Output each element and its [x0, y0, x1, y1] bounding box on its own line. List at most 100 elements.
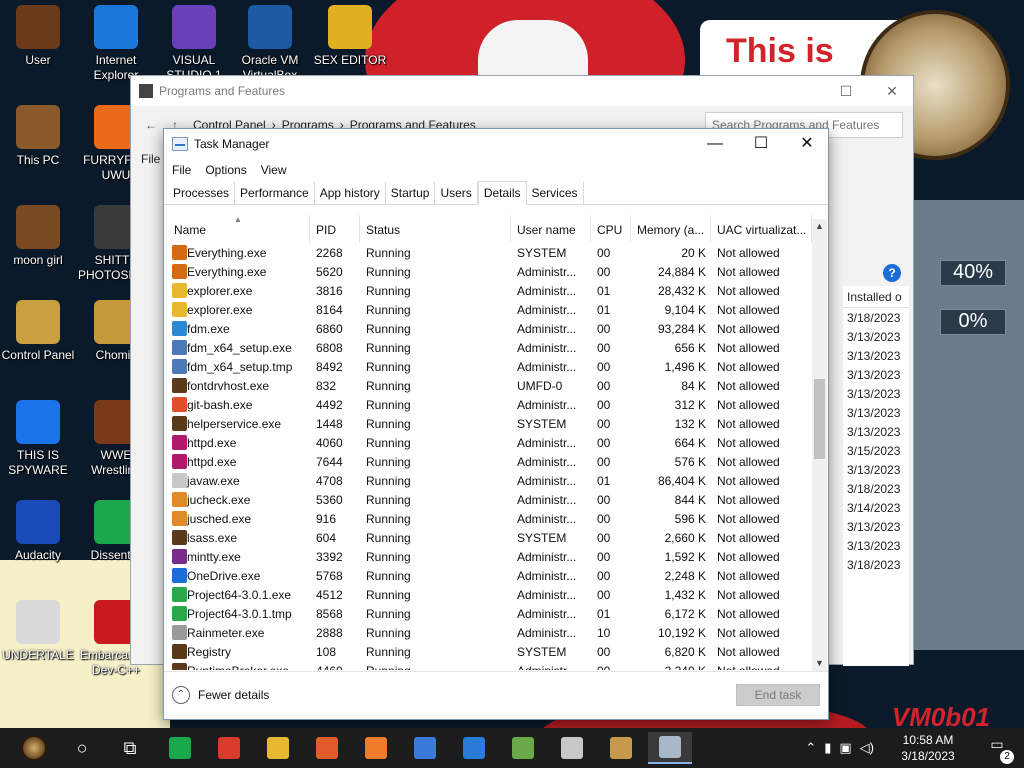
- table-row[interactable]: jucheck.exe 5360 Running Administr... 00 844 …: [164, 490, 812, 509]
- desktop-icon[interactable]: UNDERTALE: [0, 600, 76, 663]
- scrollbar-thumb[interactable]: [814, 379, 825, 459]
- cell-pid: 1448: [316, 417, 343, 431]
- fewer-details-button[interactable]: ⌃ Fewer details: [172, 686, 269, 704]
- app-icon: [172, 416, 187, 431]
- cell-pid: 6860: [316, 322, 343, 336]
- table-row[interactable]: RuntimeBroker.exe 4460 Running Administr...…: [164, 661, 812, 670]
- tm-title: Task Manager: [194, 137, 270, 151]
- table-row[interactable]: helperservice.exe 1448 Running SYSTEM 00 132 …: [164, 414, 812, 433]
- desktop-icon[interactable]: VISUAL STUDIO 1: [156, 5, 232, 83]
- taskbar-app-button[interactable]: [452, 732, 496, 764]
- column-header-pid[interactable]: PID: [310, 215, 360, 243]
- table-row[interactable]: Everything.exe 2268 Running SYSTEM 00 20 K Not…: [164, 243, 812, 262]
- cell-cpu: 00: [597, 588, 611, 602]
- desktop-icon[interactable]: Audacity: [0, 500, 76, 563]
- taskbar-app-button[interactable]: [305, 732, 349, 764]
- desktop-icon[interactable]: Control Panel: [0, 300, 76, 363]
- table-row[interactable]: fdm.exe 6860 Running Administr... 00 93,284 K…: [164, 319, 812, 338]
- pf-maximize-button[interactable]: ☐: [823, 76, 869, 106]
- table-row[interactable]: jusched.exe 916 Running Administr... 00 596 K…: [164, 509, 812, 528]
- table-row[interactable]: Rainmeter.exe 2888 Running Administr... 10 10…: [164, 623, 812, 642]
- taskbar-app-button[interactable]: [207, 732, 251, 764]
- table-row[interactable]: explorer.exe 8164 Running Administr... 01 9,1…: [164, 300, 812, 319]
- vertical-scrollbar[interactable]: ▲ ▼: [812, 219, 827, 671]
- taskbar-app-button[interactable]: [648, 732, 692, 764]
- search-button[interactable]: ○: [60, 732, 104, 764]
- table-row[interactable]: httpd.exe 4060 Running Administr... 00 664 K N…: [164, 433, 812, 452]
- table-row[interactable]: lsass.exe 604 Running SYSTEM 00 2,660 K Not al…: [164, 528, 812, 547]
- start-button[interactable]: [12, 732, 56, 764]
- close-button[interactable]: ✕: [784, 129, 830, 159]
- scroll-down-icon[interactable]: ▼: [812, 656, 827, 671]
- minimize-button[interactable]: —: [692, 129, 738, 159]
- cell-uac: Not allowed: [717, 246, 780, 260]
- tab-users[interactable]: Users: [435, 182, 478, 204]
- desktop-icon[interactable]: SEX EDITOR: [312, 5, 388, 68]
- cell-status: Running: [366, 341, 411, 355]
- pf-titlebar[interactable]: Programs and Features: [131, 76, 913, 106]
- pf-file-menu[interactable]: File: [141, 152, 160, 166]
- table-row[interactable]: explorer.exe 3816 Running Administr... 01 28,…: [164, 281, 812, 300]
- end-task-button[interactable]: End task: [736, 684, 820, 706]
- chevron-up-icon[interactable]: ⌃: [805, 740, 816, 756]
- desktop-icon[interactable]: Internet Explorer: [78, 5, 154, 83]
- installed-date: 3/13/2023: [847, 368, 901, 382]
- tab-startup[interactable]: Startup: [386, 182, 436, 204]
- taskbar-app-button[interactable]: [599, 732, 643, 764]
- desktop-icon[interactable]: THIS IS SPYWARE: [0, 400, 76, 478]
- column-header-cpu[interactable]: CPU: [591, 215, 631, 243]
- tab-performance[interactable]: Performance: [235, 182, 315, 204]
- table-row[interactable]: fdm_x64_setup.tmp 8492 Running Administr...…: [164, 357, 812, 376]
- cell-uac: Not allowed: [717, 626, 780, 640]
- desktop-icon[interactable]: User: [0, 5, 76, 68]
- table-row[interactable]: fontdrvhost.exe 832 Running UMFD-0 00 84 K Not…: [164, 376, 812, 395]
- column-header-memory[interactable]: Memory (a...: [631, 215, 711, 243]
- table-row[interactable]: Everything.exe 5620 Running Administr... 00 2…: [164, 262, 812, 281]
- tab-app-history[interactable]: App history: [315, 182, 386, 204]
- volume-icon[interactable]: ◁): [860, 740, 874, 756]
- desktop-icon[interactable]: Oracle VM VirtualBox: [232, 5, 308, 83]
- cpu-meter-widget: 40%: [940, 260, 1006, 286]
- taskbar-app-button[interactable]: [354, 732, 398, 764]
- task-manager-window[interactable]: Task Manager — ☐ ✕ File Options View Pro…: [163, 128, 829, 720]
- table-row[interactable]: Registry 108 Running SYSTEM 00 6,820 K Not all…: [164, 642, 812, 661]
- pf-close-button[interactable]: ✕: [869, 76, 915, 106]
- table-row[interactable]: javaw.exe 4708 Running Administr... 01 86,404…: [164, 471, 812, 490]
- usb-icon[interactable]: ▮: [824, 740, 831, 756]
- taskbar-app-button[interactable]: [550, 732, 594, 764]
- taskbar-app-button[interactable]: [501, 732, 545, 764]
- tab-details[interactable]: Details: [477, 181, 527, 205]
- cell-uac: Not allowed: [717, 322, 780, 336]
- cell-mem: 132 K: [674, 417, 706, 431]
- menu-file[interactable]: File: [172, 163, 191, 177]
- menu-options[interactable]: Options: [205, 163, 246, 177]
- table-row[interactable]: Project64-3.0.1.exe 4512 Running Administr.…: [164, 585, 812, 604]
- tab-processes[interactable]: Processes: [168, 182, 236, 204]
- table-row[interactable]: Project64-3.0.1.tmp 8568 Running Administr.…: [164, 604, 812, 623]
- maximize-button[interactable]: ☐: [738, 129, 784, 159]
- taskbar-app-button[interactable]: [256, 732, 300, 764]
- table-row[interactable]: fdm_x64_setup.exe 6808 Running Administr...…: [164, 338, 812, 357]
- desktop-icon[interactable]: This PC: [0, 105, 76, 168]
- back-arrow-icon[interactable]: ←: [139, 118, 163, 132]
- installed-on-header[interactable]: Installed o: [843, 286, 909, 308]
- desktop-icon[interactable]: moon girl: [0, 205, 76, 268]
- table-row[interactable]: httpd.exe 7644 Running Administr... 00 576 K N…: [164, 452, 812, 471]
- tab-services[interactable]: Services: [527, 182, 584, 204]
- table-row[interactable]: mintty.exe 3392 Running Administr... 00 1,592…: [164, 547, 812, 566]
- column-header-uac[interactable]: UAC virtualizat...: [711, 215, 812, 243]
- column-header-status[interactable]: Status: [360, 215, 511, 243]
- desktop-icon-label: Audacity: [14, 548, 62, 562]
- taskbar-app-button[interactable]: [403, 732, 447, 764]
- task-view-button[interactable]: ⧉: [108, 732, 152, 764]
- cell-uac: Not allowed: [717, 417, 780, 431]
- menu-view[interactable]: View: [261, 163, 287, 177]
- table-row[interactable]: git-bash.exe 4492 Running Administr... 00 312…: [164, 395, 812, 414]
- taskbar-app-button[interactable]: [158, 732, 202, 764]
- network-icon[interactable]: ▣: [839, 740, 851, 756]
- column-header-user-name[interactable]: User name: [511, 215, 591, 243]
- taskbar-clock[interactable]: 10:58 AM 3/18/2023: [888, 732, 968, 764]
- help-icon[interactable]: ?: [883, 264, 901, 282]
- scroll-up-icon[interactable]: ▲: [812, 219, 827, 234]
- table-row[interactable]: OneDrive.exe 5768 Running Administr... 00 2,2…: [164, 566, 812, 585]
